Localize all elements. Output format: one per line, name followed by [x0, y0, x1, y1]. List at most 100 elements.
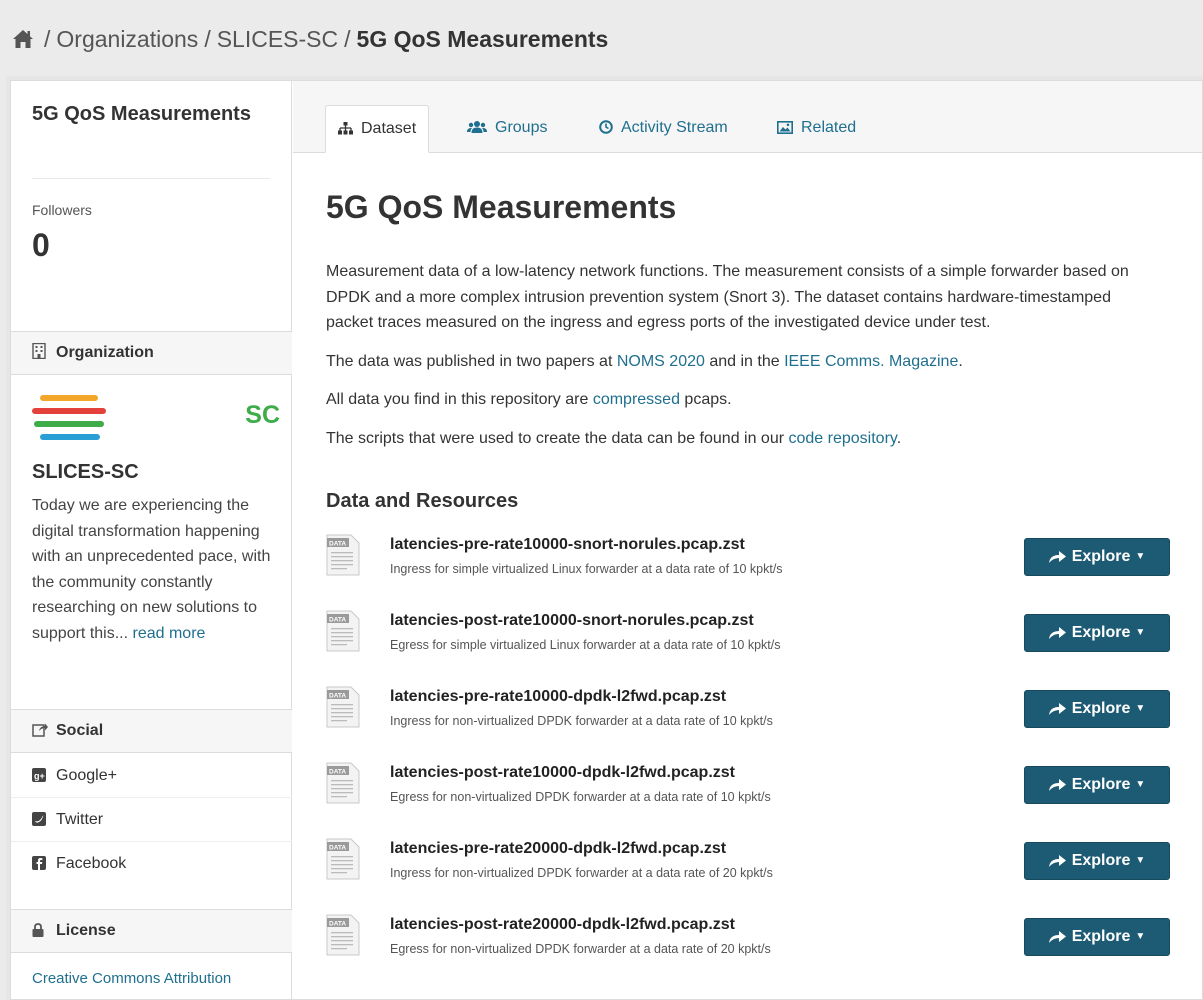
file-data-icon[interactable]: DATA — [326, 610, 360, 652]
resource-item: DATA latencies-post-rate10000-dpdk-l2fwd.… — [326, 758, 1186, 834]
explore-label: Explore — [1071, 852, 1131, 869]
caret-down-icon: ▼ — [1135, 855, 1146, 866]
sidebar-dataset-title: 5G QoS Measurements — [32, 103, 251, 125]
breadcrumb-organizations[interactable]: Organizations — [56, 26, 198, 52]
resource-item: DATA latencies-pre-rate20000-dpdk-l2fwd.p… — [326, 834, 1186, 910]
social-item-label: Google+ — [56, 767, 117, 784]
explore-button[interactable]: Explore ▼ — [1024, 766, 1170, 804]
resource-title-link[interactable]: latencies-pre-rate10000-dpdk-l2fwd.pcap.… — [390, 688, 726, 706]
resource-title-link[interactable]: latencies-pre-rate10000-snort-norules.pc… — [390, 536, 745, 554]
file-badge-text: DATA — [329, 541, 346, 548]
tab-dataset[interactable]: Dataset — [325, 105, 430, 154]
sidebar: 5G QoS Measurements Followers 0 Organiza… — [11, 81, 292, 999]
license-heading: License — [11, 909, 292, 953]
license-link[interactable]: Creative Commons Attribution — [32, 970, 231, 987]
home-icon[interactable] — [12, 28, 34, 55]
tab-bar: Dataset Groups Activity Stream Related — [293, 81, 1202, 153]
share-arrow-icon — [1048, 693, 1066, 729]
social-heading: Social — [11, 709, 292, 753]
text: and in the — [704, 352, 785, 370]
explore-button[interactable]: Explore ▼ — [1024, 538, 1170, 576]
social-item-facebook[interactable]: Facebook — [11, 842, 292, 886]
breadcrumb-separator: / — [344, 26, 351, 52]
file-data-icon[interactable]: DATA — [326, 534, 360, 576]
explore-button[interactable]: Explore ▼ — [1024, 690, 1170, 728]
resource-item: DATA latencies-pre-rate10000-snort-norule… — [326, 530, 1186, 606]
logo-bar — [34, 421, 104, 427]
license-heading-label: License — [56, 922, 116, 939]
text: pcaps. — [679, 391, 732, 408]
social-heading-label: Social — [56, 722, 104, 739]
file-badge-text: DATA — [329, 617, 346, 624]
resource-item: DATA latencies-post-rate10000-snort-norul… — [326, 606, 1186, 682]
text: All data you find in this repository are — [326, 391, 593, 408]
social-item-google-plus[interactable]: g+ Google+ — [11, 754, 292, 798]
file-data-icon[interactable]: DATA — [326, 914, 360, 956]
organization-name: SLICES-SC — [32, 461, 139, 483]
caret-down-icon: ▼ — [1135, 551, 1146, 562]
share-arrow-icon — [1048, 769, 1066, 805]
resource-title-link[interactable]: latencies-post-rate20000-dpdk-l2fwd.pcap… — [390, 916, 735, 934]
caret-down-icon: ▼ — [1135, 779, 1146, 790]
resource-title-link[interactable]: latencies-post-rate10000-dpdk-l2fwd.pcap… — [390, 764, 735, 782]
followers-count: 0 — [32, 227, 50, 263]
explore-button[interactable]: Explore ▼ — [1024, 614, 1170, 652]
social-list: g+ Google+ Twitter Facebook — [11, 754, 292, 886]
main-content: Dataset Groups Activity Stream Related 5… — [293, 81, 1202, 999]
organization-description-text: Today we are experiencing the digital tr… — [32, 497, 271, 642]
breadcrumb-current[interactable]: 5G QoS Measurements — [357, 26, 609, 52]
twitter-icon — [32, 800, 46, 826]
tab-related[interactable]: Related — [765, 105, 868, 153]
file-badge-text: DATA — [329, 921, 346, 928]
explore-label: Explore — [1071, 700, 1131, 717]
organization-description: Today we are experiencing the digital tr… — [32, 493, 282, 646]
breadcrumb-slices-sc[interactable]: SLICES-SC — [217, 26, 338, 52]
resource-title-link[interactable]: latencies-pre-rate20000-dpdk-l2fwd.pcap.… — [390, 840, 726, 858]
explore-button[interactable]: Explore ▼ — [1024, 842, 1170, 880]
explore-label: Explore — [1071, 928, 1131, 945]
clock-icon — [599, 107, 613, 153]
resource-title-link[interactable]: latencies-post-rate10000-snort-norules.p… — [390, 612, 754, 630]
tab-activity-stream[interactable]: Activity Stream — [587, 105, 740, 153]
resource-list: DATA latencies-pre-rate10000-snort-norule… — [326, 530, 1186, 986]
file-data-icon[interactable]: DATA — [326, 838, 360, 880]
notes-paragraph: The data was published in two papers at … — [326, 349, 1156, 375]
compressed-link[interactable]: compressed — [593, 391, 680, 408]
file-badge-text: DATA — [329, 769, 346, 776]
organization-heading-label: Organization — [56, 344, 154, 361]
building-icon — [32, 334, 48, 376]
resource-description: Egress for non-virtualized DPDK forwarde… — [390, 942, 771, 956]
dataset-notes: Measurement data of a low-latency networ… — [326, 259, 1156, 464]
tab-label: Groups — [495, 119, 548, 136]
notes-paragraph: The scripts that were used to create the… — [326, 426, 1156, 452]
divider — [32, 178, 270, 179]
ieee-comms-magazine-link[interactable]: IEEE Comms. Magazine — [784, 353, 958, 370]
file-data-icon[interactable]: DATA — [326, 686, 360, 728]
explore-button[interactable]: Explore ▼ — [1024, 918, 1170, 956]
logo-bar — [32, 408, 106, 414]
file-badge-text: DATA — [329, 845, 346, 852]
svg-text:g+: g+ — [34, 771, 45, 781]
explore-label: Explore — [1071, 548, 1131, 565]
organization-logo[interactable]: SC — [32, 391, 282, 449]
page-title: 5G QoS Measurements — [326, 189, 677, 225]
read-more-link[interactable]: read more — [133, 625, 206, 642]
tab-groups[interactable]: Groups — [455, 105, 559, 153]
caret-down-icon: ▼ — [1135, 931, 1146, 942]
tab-label: Related — [801, 119, 857, 136]
caret-down-icon: ▼ — [1135, 703, 1146, 714]
users-icon — [467, 107, 487, 153]
file-data-icon[interactable]: DATA — [326, 762, 360, 804]
facebook-icon — [32, 844, 46, 870]
social-item-twitter[interactable]: Twitter — [11, 798, 292, 842]
code-repository-link[interactable]: code repository — [789, 430, 897, 447]
logo-bar — [40, 395, 98, 401]
text: . — [896, 429, 902, 447]
share-icon — [32, 712, 48, 754]
breadcrumb: / Organizations / SLICES-SC/5G QoS Measurem… — [12, 26, 608, 55]
sitemap-icon — [338, 108, 353, 154]
noms-2020-link[interactable]: NOMS 2020 — [617, 353, 705, 370]
social-item-label: Facebook — [56, 855, 127, 872]
share-arrow-icon — [1048, 845, 1066, 881]
resource-description: Egress for non-virtualized DPDK forwarde… — [390, 790, 771, 804]
